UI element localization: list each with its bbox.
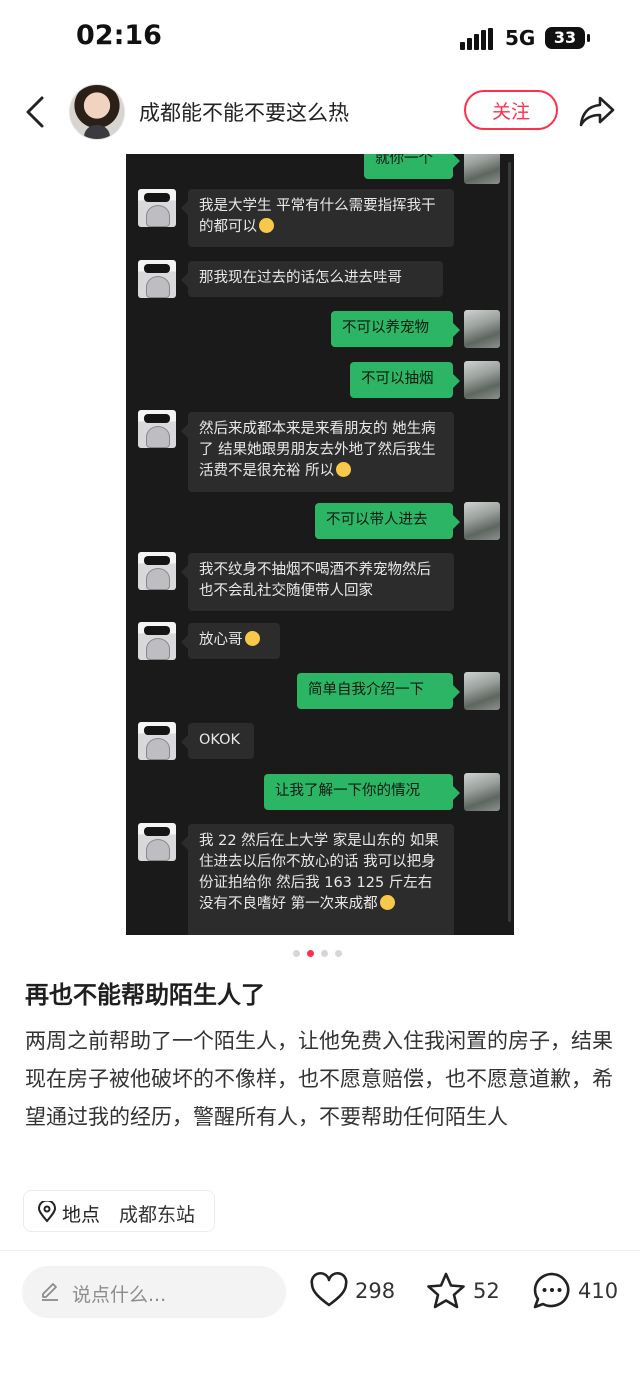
author-avatar[interactable] [69, 84, 125, 140]
comment-button[interactable]: 410 [532, 1271, 622, 1313]
chat-message: 不可以抽烟 [350, 362, 460, 398]
chat-message: 我 22 然后在上大学 家是山东的 如果住进去以后你不放心的话 我可以把身份证拍… [181, 824, 454, 935]
back-arrow-icon[interactable] [22, 94, 52, 130]
carousel-dot[interactable] [293, 950, 300, 957]
post-image[interactable]: 就你一个 我是大学生 平常有什么需要指挥我干的都可以 那我现在过去的话怎么进去哇… [126, 154, 514, 935]
contact-avatar [138, 552, 176, 590]
star-count: 52 [473, 1279, 500, 1303]
like-count: 298 [355, 1279, 396, 1303]
like-button[interactable]: 298 [309, 1271, 399, 1313]
contact-avatar [138, 622, 176, 660]
emoji-icon [259, 218, 274, 233]
chat-message: 简单自我介绍一下 [297, 673, 460, 709]
sender-avatar [464, 310, 500, 348]
divider [0, 1250, 640, 1251]
sender-avatar [464, 773, 500, 811]
emoji-icon [244, 631, 260, 646]
sender-avatar [464, 672, 500, 710]
post-header: 成都能不能不要这么热 关注 [0, 80, 640, 144]
post-title: 再也不能帮助陌生人了 [25, 981, 265, 1009]
carousel-dot-active[interactable] [307, 950, 314, 957]
contact-avatar [138, 260, 176, 298]
chat-message: 放心哥 [181, 623, 280, 659]
chat-message: 那我现在过去的话怎么进去哇哥 [181, 261, 443, 297]
collect-button[interactable]: 52 [426, 1271, 506, 1313]
chat-message: 我是大学生 平常有什么需要指挥我干的都可以 [181, 189, 454, 247]
location-tag[interactable]: 地点 成都东站 [23, 1190, 215, 1232]
contact-avatar [138, 189, 176, 227]
battery-icon: 33 [545, 27, 585, 49]
contact-avatar [138, 410, 176, 448]
image-scrollbar [508, 162, 511, 922]
contact-avatar [138, 823, 176, 861]
comment-count: 410 [578, 1279, 619, 1303]
status-time: 02:16 [76, 20, 162, 51]
sender-avatar [464, 502, 500, 540]
carousel-dot[interactable] [335, 950, 342, 957]
chat-message: 让我了解一下你的情况 [264, 774, 460, 810]
follow-button[interactable]: 关注 [464, 90, 558, 130]
signal-icon [460, 28, 494, 50]
battery-tip [587, 34, 590, 42]
location-label: 地点 [62, 1204, 101, 1226]
comment-bubble-icon [533, 1272, 570, 1309]
network-type: 5G [505, 26, 536, 50]
star-icon [427, 1272, 465, 1309]
sender-avatar [464, 361, 500, 399]
chat-message: 就你一个 [364, 154, 460, 179]
author-name[interactable]: 成都能不能不要这么热 [139, 97, 349, 127]
comment-input[interactable]: 说点什么... [22, 1266, 286, 1318]
status-bar: 02:16 5G 33 [0, 0, 640, 78]
location-pin-icon [37, 1201, 57, 1223]
post-body: 两周之前帮助了一个陌生人，让他免费入住我闲置的房子，结果现在房子被他破坏的不像样… [25, 1029, 613, 1129]
chat-message: OKOK [181, 723, 254, 759]
chat-message: 不可以养宠物 [331, 311, 460, 347]
contact-avatar [138, 722, 176, 760]
chat-message: 然后来成都本来是来看朋友的 她生病了 结果她跟男朋友去外地了然后我生活费不是很充… [181, 412, 454, 492]
comment-placeholder: 说点什么... [72, 1284, 167, 1306]
chat-message: 我不纹身不抽烟不喝酒不养宠物然后也不会乱社交随便带人回家 [181, 553, 454, 611]
heart-icon [310, 1271, 348, 1307]
emoji-icon [336, 462, 352, 477]
carousel-dot[interactable] [321, 950, 328, 957]
share-icon[interactable] [578, 94, 616, 128]
sender-avatar [464, 154, 500, 184]
pen-icon [42, 1283, 58, 1301]
location-value: 成都东站 [119, 1204, 196, 1226]
chat-message: 不可以带人进去 [315, 503, 460, 539]
emoji-icon [379, 895, 395, 910]
